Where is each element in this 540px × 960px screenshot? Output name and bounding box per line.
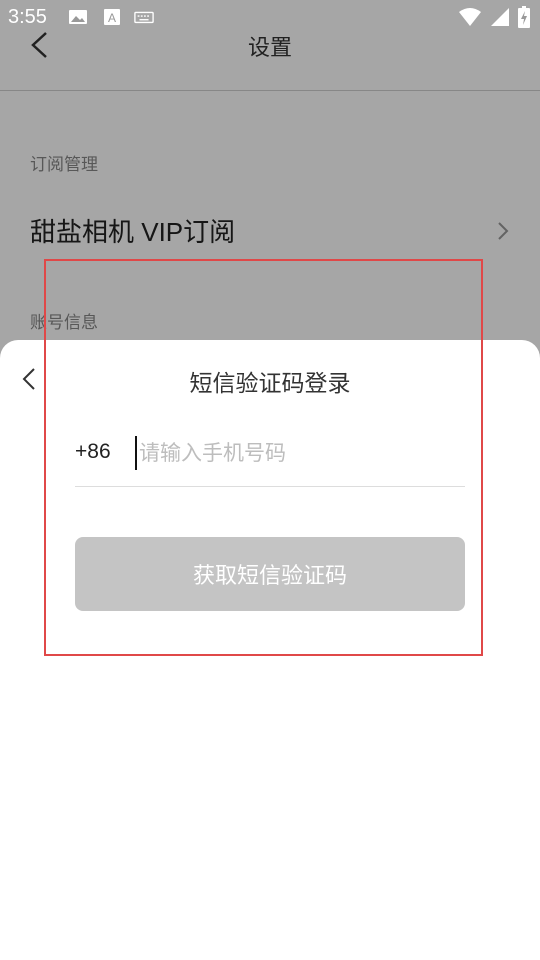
status-right: [458, 6, 530, 28]
svg-text:A: A: [108, 11, 116, 25]
battery-charging-icon: [518, 6, 530, 28]
wifi-icon: [459, 8, 481, 26]
status-bar: 3:55 A: [0, 0, 540, 36]
text-a-icon: A: [104, 9, 120, 25]
highlight-box: [44, 259, 483, 656]
screen: 设置 订阅管理 甜盐相机 VIP订阅 账号信息 3:55 A 短信验证码登录 +…: [0, 0, 540, 960]
signal-icon: [491, 8, 509, 26]
status-time: 3:55: [8, 6, 47, 28]
image-icon: [69, 10, 87, 24]
keyboard-icon: [134, 11, 154, 24]
